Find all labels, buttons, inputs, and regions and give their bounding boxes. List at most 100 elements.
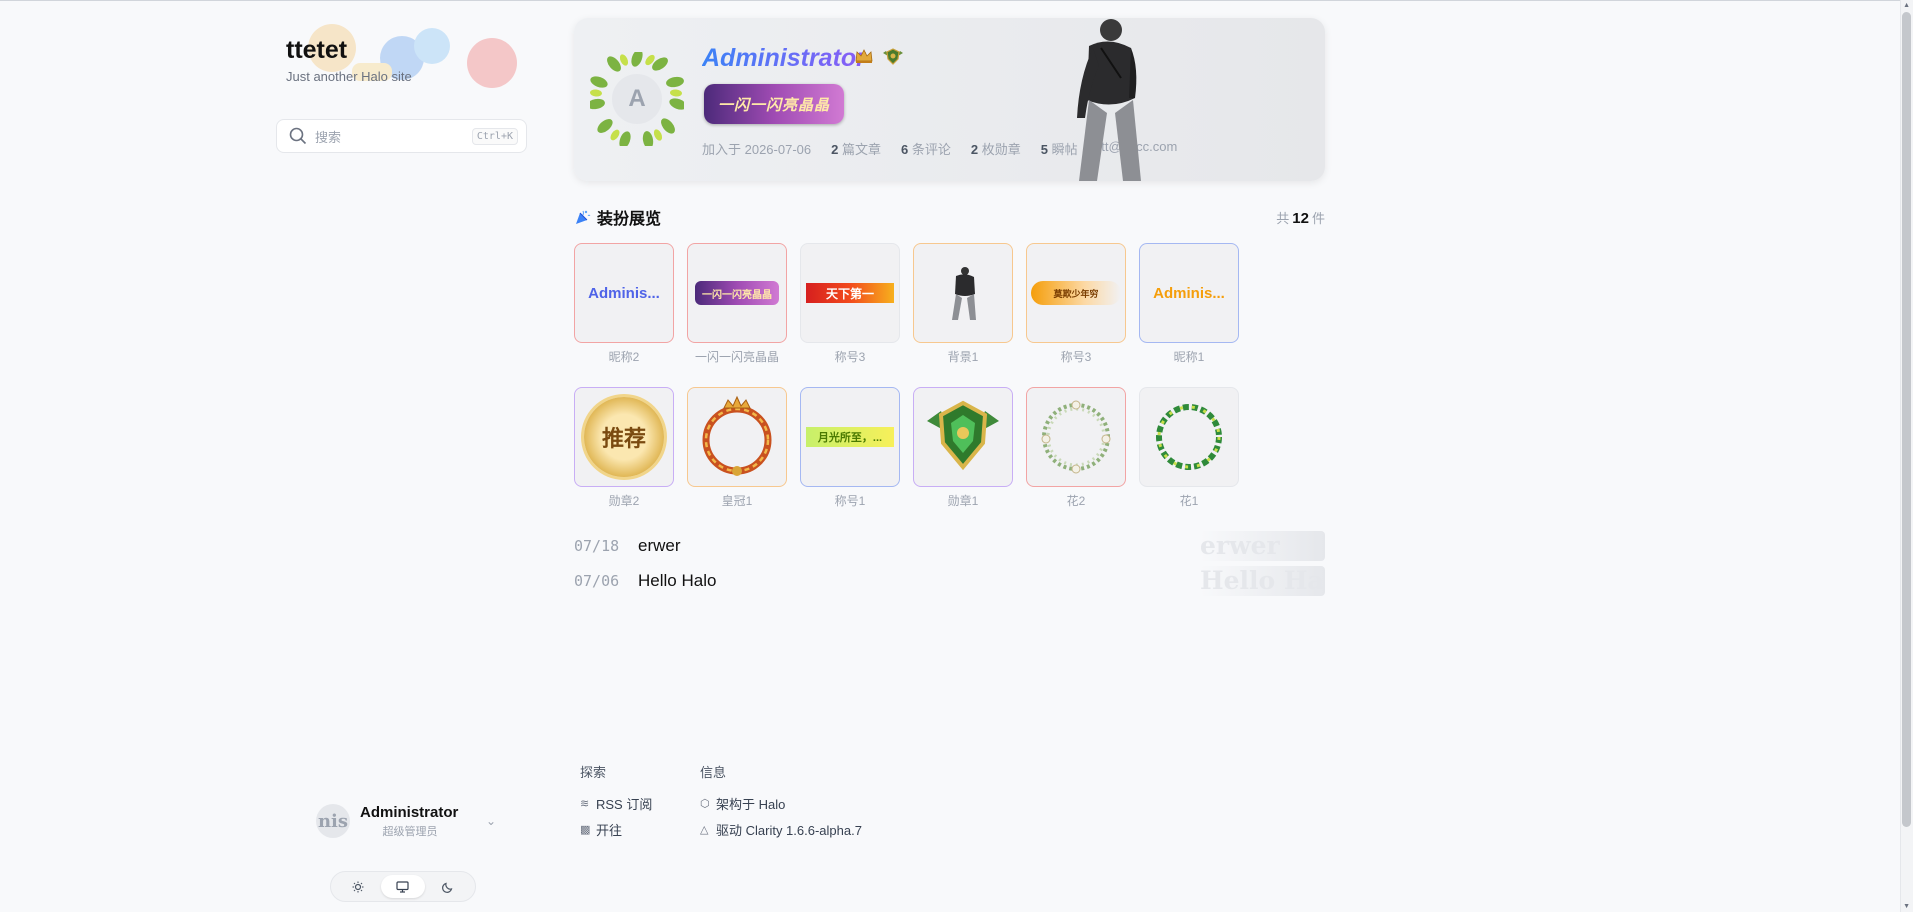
user-role: 超级管理员 bbox=[382, 825, 438, 838]
item-tile[interactable]: 天下第一 bbox=[800, 243, 900, 343]
cube-icon: ⬡ bbox=[700, 797, 710, 810]
stat-comments: 6 条评论 bbox=[901, 142, 951, 157]
footer: 探索 ≋ RSS 订阅 ▩ 开往 信息 ⬡ 架构于 Halo △ 驱动 Clarity … bbox=[580, 762, 900, 842]
site-subtitle: Just another Halo site bbox=[286, 69, 412, 84]
title-preview: 月光所至，... bbox=[806, 427, 894, 447]
user-avatar: nis bbox=[316, 804, 350, 838]
showcase-item[interactable]: 勋章1 bbox=[913, 387, 1013, 509]
flower-wreath-icon bbox=[1041, 400, 1111, 474]
post-item[interactable]: 07/18 erwer erwer bbox=[574, 528, 1325, 563]
item-tile[interactable] bbox=[687, 387, 787, 487]
halo-link[interactable]: ⬡ 架构于 Halo bbox=[700, 790, 900, 816]
travel-link[interactable]: ▩ 开往 bbox=[580, 816, 660, 842]
rss-link[interactable]: ≋ RSS 订阅 bbox=[580, 790, 660, 816]
item-label: 称号1 bbox=[834, 494, 866, 508]
medal-icon bbox=[883, 48, 903, 65]
site-title[interactable]: ttetet bbox=[286, 36, 347, 65]
item-tile[interactable] bbox=[1026, 387, 1126, 487]
nickname-preview: Adminis... bbox=[1153, 284, 1225, 302]
theme-system-button[interactable] bbox=[380, 875, 425, 898]
item-label: 称号3 bbox=[1060, 350, 1092, 364]
item-tile[interactable] bbox=[1139, 387, 1239, 487]
triangle-icon: △ bbox=[700, 823, 709, 836]
item-tile[interactable] bbox=[913, 243, 1013, 343]
item-label: 昵称2 bbox=[608, 350, 640, 364]
item-tile[interactable]: 一闪一闪亮晶晶 bbox=[687, 243, 787, 343]
post-item[interactable]: 07/06 Hello Halo Hello Halo bbox=[574, 563, 1325, 598]
showcase-item[interactable]: Adminis... 昵称2 bbox=[574, 243, 674, 365]
item-tile[interactable] bbox=[913, 387, 1013, 487]
chevron-down-icon[interactable]: ⌄ bbox=[486, 814, 496, 828]
emblem-medal-icon bbox=[927, 400, 999, 471]
item-label: 称号3 bbox=[834, 350, 866, 364]
figure-thumbnail-icon bbox=[952, 267, 976, 320]
profile-card: A Administrator 一闪一闪亮晶晶 加入于 2026-07-06 2… bbox=[574, 18, 1325, 181]
showcase-item[interactable]: 一闪一闪亮晶晶 一闪一闪亮晶晶 bbox=[687, 243, 787, 365]
user-menu[interactable]: nis Administrator 超级管理员 ⌄ bbox=[316, 800, 496, 842]
showcase-count: 共 12 件 bbox=[1276, 209, 1325, 227]
item-label: 勋章1 bbox=[947, 494, 979, 508]
footer-heading: 探索 bbox=[580, 765, 607, 780]
scroll-down-icon[interactable]: ▼ bbox=[1903, 903, 1910, 910]
showcase-item[interactable]: 月光所至，... 称号1 bbox=[800, 387, 900, 509]
footer-info: 信息 ⬡ 架构于 Halo △ 驱动 Clarity 1.6.6-alpha.7 bbox=[700, 762, 900, 842]
post-cover-ghost: Hello Halo bbox=[1200, 566, 1325, 596]
search-placeholder: 搜索 bbox=[315, 129, 342, 145]
showcase-item[interactable]: 花1 bbox=[1139, 387, 1239, 509]
background-figure-image bbox=[1077, 19, 1141, 181]
item-label: 花2 bbox=[1066, 494, 1086, 508]
rss-icon: ≋ bbox=[580, 797, 590, 810]
search-box[interactable]: 搜索 Ctrl+K bbox=[276, 119, 527, 153]
user-name: Administrator bbox=[360, 803, 459, 821]
theme-light-button[interactable] bbox=[336, 875, 380, 898]
title-banner-preview: 一闪一闪亮晶晶 bbox=[695, 281, 779, 305]
item-label: 勋章2 bbox=[608, 494, 640, 508]
monitor-icon bbox=[396, 880, 410, 893]
crown-ring-icon bbox=[702, 395, 772, 476]
post-cover-ghost: erwer bbox=[1200, 531, 1325, 561]
stat-posts: 2 篇文章 bbox=[831, 142, 881, 157]
stat-badges: 2 枚勋章 bbox=[970, 142, 1021, 157]
sidebar: ttetet Just another Halo site 搜索 Ctrl+K … bbox=[272, 18, 530, 903]
scrollbar-thumb[interactable] bbox=[1902, 12, 1911, 827]
item-label: 背景1 bbox=[947, 350, 979, 364]
showcase-title: 装扮展览 bbox=[597, 211, 662, 228]
item-tile[interactable]: 莫欺少年穷 bbox=[1026, 243, 1126, 343]
item-tile[interactable]: 月光所至，... bbox=[800, 387, 900, 487]
item-tile[interactable]: 推荐 bbox=[574, 387, 674, 487]
clarity-link[interactable]: △ 驱动 Clarity 1.6.6-alpha.7 bbox=[700, 816, 900, 842]
search-shortcut-hint: Ctrl+K bbox=[471, 127, 518, 145]
showcase-item[interactable]: 天下第一 称号3 bbox=[800, 243, 900, 365]
post-title[interactable]: Hello Halo bbox=[638, 571, 716, 591]
showcase-item[interactable]: Adminis... 昵称1 bbox=[1139, 243, 1239, 365]
window-top-border bbox=[0, 0, 1913, 1]
footer-heading: 信息 bbox=[700, 765, 727, 780]
showcase-item[interactable]: 皇冠1 bbox=[687, 387, 787, 509]
item-label: 皇冠1 bbox=[721, 494, 753, 508]
party-popper-icon bbox=[576, 210, 591, 224]
item-label: 一闪一闪亮晶晶 bbox=[694, 350, 779, 364]
profile-title-banner: 一闪一闪亮晶晶 bbox=[704, 84, 844, 124]
profile-avatar[interactable]: A bbox=[612, 74, 662, 124]
stat-joined: 加入于 2026-07-06 bbox=[702, 142, 812, 157]
post-title[interactable]: erwer bbox=[638, 536, 681, 556]
theme-switcher bbox=[330, 871, 476, 902]
post-date: 07/18 bbox=[574, 536, 620, 555]
footer-explore: 探索 ≋ RSS 订阅 ▩ 开往 bbox=[580, 762, 660, 842]
post-list: 07/18 erwer erwer 07/06 Hello Halo Hello… bbox=[574, 528, 1325, 598]
profile-name: Administrator bbox=[702, 44, 866, 72]
theme-dark-button[interactable] bbox=[426, 875, 470, 898]
title-preview: 莫欺少年穷 bbox=[1031, 281, 1121, 305]
seal-badge-icon: 推荐 bbox=[584, 397, 664, 477]
leaf-wreath-icon bbox=[1156, 404, 1222, 470]
showcase-item[interactable]: 莫欺少年穷 称号3 bbox=[1026, 243, 1126, 365]
showcase-item[interactable]: 花2 bbox=[1026, 387, 1126, 509]
item-tile[interactable]: Adminis... bbox=[574, 243, 674, 343]
item-tile[interactable]: Adminis... bbox=[1139, 243, 1239, 343]
post-date: 07/06 bbox=[574, 571, 620, 590]
item-label: 花1 bbox=[1179, 494, 1199, 508]
scroll-up-icon[interactable]: ▲ bbox=[1903, 2, 1910, 9]
showcase-item[interactable]: 推荐 勋章2 bbox=[574, 387, 674, 509]
showcase-header: 装扮展览 共 12 件 bbox=[574, 204, 1325, 230]
showcase-item[interactable]: 背景1 bbox=[913, 243, 1013, 365]
